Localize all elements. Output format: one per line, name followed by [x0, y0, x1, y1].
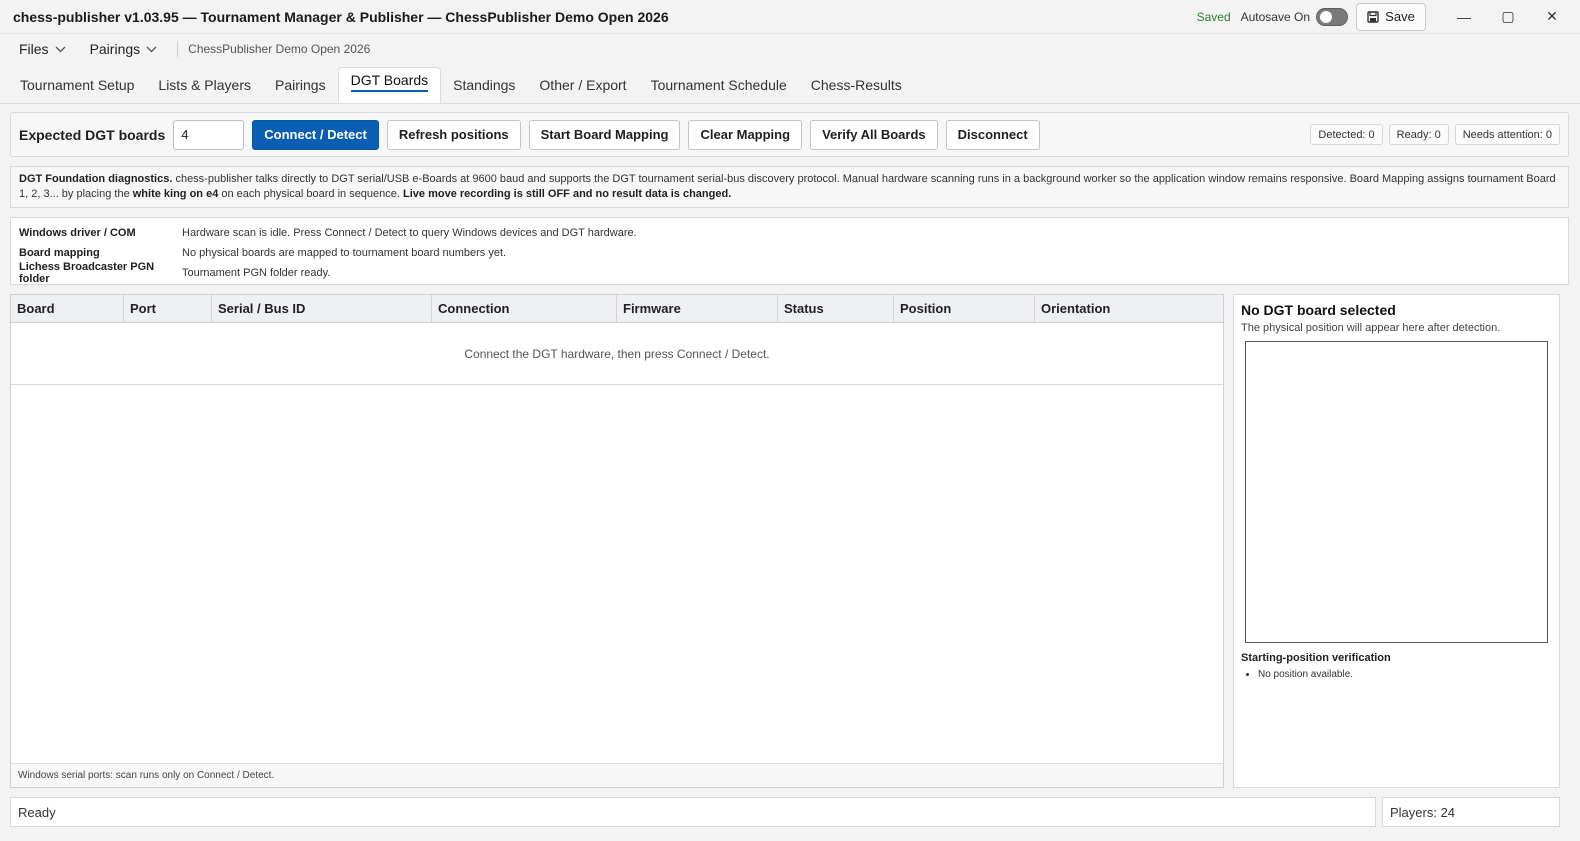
verification-list: No position available. [1241, 669, 1552, 680]
tab-lists-players[interactable]: Lists & Players [146, 67, 263, 103]
tab-standings[interactable]: Standings [441, 67, 527, 103]
dgt-toolbar: Expected DGT boards Connect / Detect Ref… [10, 112, 1569, 157]
board-preview-panel: No DGT board selected The physical posit… [1233, 294, 1560, 788]
dgt-boards-table: Board Port Serial / Bus ID Connection Fi… [10, 294, 1224, 788]
menu-files-label: Files [19, 41, 49, 57]
expected-boards-input[interactable] [173, 119, 245, 150]
tab-label: Other / Export [539, 77, 627, 93]
verify-all-boards-button[interactable]: Verify All Boards [810, 119, 938, 150]
diagnostics-bold-live: Live move recording is still OFF and no … [403, 188, 732, 200]
table-footer: Windows serial ports: scan runs only on … [11, 763, 1223, 787]
menu-bar: Files Pairings ChessPublisher Demo Open … [0, 34, 1580, 64]
tab-label: Pairings [275, 77, 326, 93]
info-value: Tournament PGN folder ready. [182, 267, 331, 279]
tab-tournament-schedule[interactable]: Tournament Schedule [639, 67, 799, 103]
chevron-down-icon [146, 46, 157, 52]
autosave-label: Autosave On [1240, 9, 1310, 24]
column-header-orientation[interactable]: Orientation [1035, 295, 1223, 322]
menu-pairings-label: Pairings [89, 41, 141, 57]
column-header-firmware[interactable]: Firmware [617, 295, 778, 322]
minimize-button[interactable]: — [1442, 0, 1486, 34]
table-header: Board Port Serial / Bus ID Connection Fi… [11, 295, 1223, 323]
table-empty-message: Connect the DGT hardware, then press Con… [11, 323, 1223, 385]
clear-mapping-button[interactable]: Clear Mapping [688, 119, 803, 150]
info-row-mapping: Board mapping No physical boards are map… [19, 243, 1560, 263]
diagnostics-text-2: on each physical board in sequence. [218, 188, 404, 200]
tab-label: Standings [453, 77, 516, 93]
close-icon: ✕ [1546, 8, 1558, 24]
menu-files[interactable]: Files [0, 41, 78, 57]
tab-dgt-boards[interactable]: DGT Boards [337, 67, 442, 103]
diagnostics-panel: DGT Foundation diagnostics. chess-publis… [10, 166, 1569, 208]
needs-attention-badge: Needs attention: 0 [1454, 124, 1560, 145]
refresh-positions-button[interactable]: Refresh positions [386, 119, 521, 150]
menu-separator [177, 41, 179, 57]
info-value: No physical boards are mapped to tournam… [182, 247, 507, 259]
tab-label: Tournament Schedule [650, 77, 787, 93]
expected-boards-label: Expected DGT boards [19, 126, 166, 143]
diagnostics-bold-king: white king on e4 [132, 188, 219, 200]
status-counters: Detected: 0 Ready: 0 Needs attention: 0 [1310, 124, 1560, 145]
tab-label: Lists & Players [158, 77, 251, 93]
selected-board-subtitle: The physical position will appear here a… [1241, 322, 1501, 334]
info-key: Windows driver / COM [19, 227, 136, 239]
save-icon [1367, 10, 1379, 23]
breadcrumb: ChessPublisher Demo Open 2026 [188, 42, 371, 56]
column-header-position[interactable]: Position [894, 295, 1035, 322]
toggle-knob [1320, 10, 1332, 23]
maximize-icon: ▢ [1501, 8, 1515, 24]
info-row-driver: Windows driver / COM Hardware scan is id… [19, 223, 1560, 243]
info-value: Hardware scan is idle. Press Connect / D… [182, 227, 637, 239]
column-header-connection[interactable]: Connection [432, 295, 617, 322]
title-bar: chess-publisher v1.03.95 — Tournament Ma… [0, 0, 1580, 34]
close-button[interactable]: ✕ [1530, 0, 1574, 34]
window-title: chess-publisher v1.03.95 — Tournament Ma… [13, 8, 669, 25]
tab-label: Chess-Results [810, 77, 902, 93]
status-bar-message: Ready [10, 797, 1376, 827]
info-key: Board mapping [19, 247, 100, 259]
tab-other-export[interactable]: Other / Export [527, 67, 638, 103]
minimize-icon: — [1457, 8, 1471, 25]
save-button[interactable]: Save [1356, 2, 1426, 31]
tab-pairings[interactable]: Pairings [263, 67, 338, 103]
list-item: No position available. [1258, 669, 1552, 680]
connect-detect-button[interactable]: Connect / Detect [252, 119, 379, 150]
detected-badge: Detected: 0 [1310, 124, 1383, 145]
column-header-board[interactable]: Board [11, 295, 124, 322]
info-row-pgn-folder: Lichess Broadcaster PGN folder Tournamen… [19, 261, 1560, 285]
saved-status: Saved [1196, 9, 1231, 24]
tab-tournament-setup[interactable]: Tournament Setup [0, 67, 146, 103]
board-position-canvas [1245, 341, 1548, 643]
tab-chess-results[interactable]: Chess-Results [799, 67, 914, 103]
hardware-info-panel: Windows driver / COM Hardware scan is id… [10, 217, 1569, 285]
ready-badge: Ready: 0 [1388, 124, 1449, 145]
tab-label: Tournament Setup [20, 77, 135, 93]
status-bar-players: Players: 24 [1382, 797, 1560, 827]
menu-pairings[interactable]: Pairings [78, 41, 170, 57]
column-header-port[interactable]: Port [124, 295, 212, 322]
save-button-label: Save [1385, 9, 1415, 24]
tab-label: DGT Boards [350, 72, 429, 92]
autosave-toggle[interactable] [1316, 7, 1348, 26]
start-board-mapping-button[interactable]: Start Board Mapping [528, 119, 681, 150]
column-header-status[interactable]: Status [778, 295, 894, 322]
info-key: Lichess Broadcaster PGN folder [19, 261, 155, 285]
selected-board-title: No DGT board selected [1241, 302, 1396, 318]
column-header-serial[interactable]: Serial / Bus ID [212, 295, 432, 322]
diagnostics-heading: DGT Foundation diagnostics. [19, 173, 173, 185]
tab-bar: Tournament Setup Lists & Players Pairing… [0, 64, 1580, 104]
disconnect-button[interactable]: Disconnect [945, 119, 1040, 150]
maximize-button[interactable]: ▢ [1486, 0, 1530, 34]
verification-heading: Starting-position verification [1241, 652, 1391, 664]
chevron-down-icon [55, 46, 66, 52]
